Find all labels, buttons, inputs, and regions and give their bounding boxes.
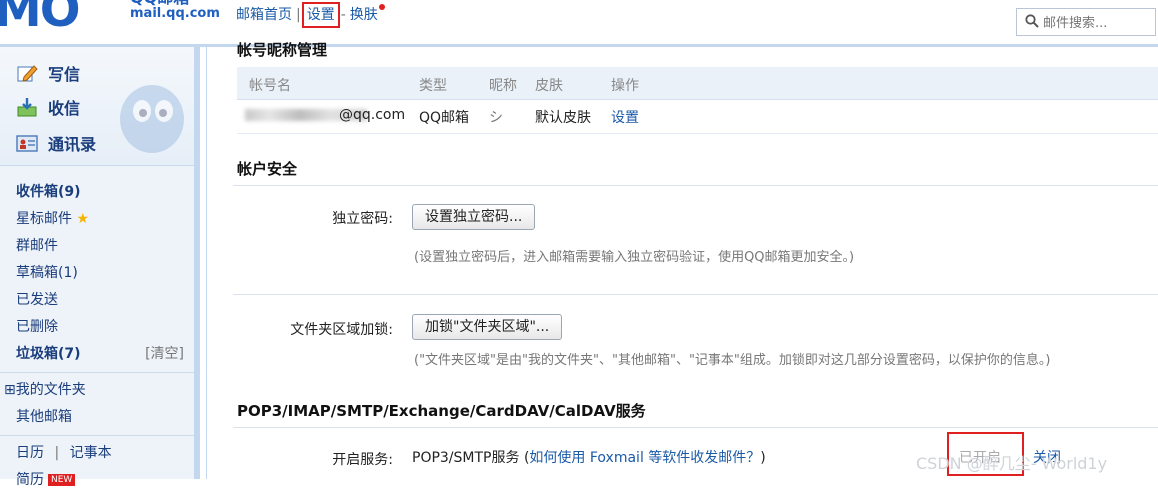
notebook-link[interactable]: 记事本 — [70, 445, 112, 461]
folder-inbox-label: 收件箱(9) — [16, 184, 81, 200]
settings-panel: 帐号昵称管理 帐号名 类型 昵称 皮肤 操作 @qq.com QQ邮箱 シ 默认… — [206, 41, 1158, 479]
compose-button[interactable]: 写信 — [16, 61, 80, 85]
nav-settings-link[interactable]: 设置 — [301, 2, 340, 28]
account-section-title: 帐号昵称管理 — [237, 41, 328, 59]
header: MO QQ邮箱 mail.qq.com 邮箱首页|设置-换肤 — [0, 0, 1158, 47]
tools-row: 日历 | 记事本 — [0, 440, 194, 467]
account-table-header: 帐号名 类型 昵称 皮肤 操作 — [237, 67, 1158, 100]
col-skin: 皮肤 — [535, 78, 563, 94]
sidebar: 写信 收信 通讯录 收件箱(9) 星标邮件 ★ 群邮件 草稿箱(1) 已发送 已… — [0, 47, 200, 488]
logo-mark: MO — [0, 0, 81, 38]
star-icon: ★ — [76, 211, 90, 227]
pop3-smtp-service-name: POP3/SMTP服务 (如何使用 Foxmail 等软件收发邮件？) — [412, 447, 766, 467]
penguin-mascot-icon — [120, 85, 184, 153]
top-nav: 邮箱首页 | 设置 - 换肤 — [236, 2, 385, 28]
account-nickname: シ — [489, 110, 503, 126]
section-divider — [233, 427, 1158, 428]
sidebar-divider — [0, 372, 194, 373]
folder-spam-label: 垃圾箱(7) — [16, 346, 81, 362]
resume-label: 简历 — [16, 472, 44, 488]
sidebar-divider — [0, 435, 194, 436]
qq-mail-logo[interactable]: MO QQ邮箱 mail.qq.com — [0, 0, 220, 38]
help-close-paren: ) — [760, 450, 766, 466]
foxmail-help-link[interactable]: 如何使用 Foxmail 等软件收发邮件？ — [529, 450, 760, 466]
resume-link[interactable]: 简历 NEW — [0, 467, 194, 494]
col-action: 操作 — [611, 78, 639, 94]
independent-password-label: 独立密码: — [332, 211, 393, 227]
folder-lock-label: 文件夹区域加锁: — [290, 322, 393, 338]
compose-label: 写信 — [48, 65, 81, 84]
folder-group-label: 群邮件 — [16, 238, 58, 254]
account-settings-link[interactable]: 设置 — [611, 107, 639, 127]
receive-label: 收信 — [48, 99, 81, 118]
contacts-label: 通讯录 — [48, 135, 97, 154]
nav-dash: - — [340, 7, 346, 23]
calendar-link[interactable]: 日历 — [16, 445, 44, 461]
pop3-section-title: POP3/IMAP/SMTP/Exchange/CardDAV/CalDAV服务 — [237, 402, 646, 420]
folder-inbox[interactable]: 收件箱(9) — [0, 179, 194, 206]
quick-actions: 写信 收信 通讯录 — [0, 47, 194, 166]
folder-starred[interactable]: 星标邮件 ★ — [0, 206, 194, 233]
service-name-text: POP3/SMTP服务 — [412, 450, 520, 466]
inbox-download-icon — [17, 98, 37, 117]
empty-spam-link[interactable]: [清空] — [145, 341, 184, 368]
logo-url: mail.qq.com — [130, 6, 220, 21]
account-row: @qq.com QQ邮箱 シ 默认皮肤 设置 — [237, 99, 1158, 134]
contacts-button[interactable]: 通讯录 — [16, 131, 96, 155]
folder-drafts[interactable]: 草稿箱(1) — [0, 260, 194, 287]
nav-skin-link[interactable]: 换肤 — [350, 7, 378, 23]
my-folders-label: ⊞我的文件夹 — [4, 382, 86, 398]
search-input[interactable] — [1041, 11, 1155, 35]
col-account-name: 帐号名 — [249, 78, 291, 94]
folder-lock-hint: ("文件夹区域"是由"我的文件夹"、"其他邮箱"、"记事本"组成。加锁即对这几部… — [414, 353, 1051, 368]
nav-separator: | — [296, 7, 301, 23]
other-mailboxes-label: 其他邮箱 — [16, 409, 72, 425]
search-icon — [1025, 14, 1039, 28]
folder-list: 收件箱(9) 星标邮件 ★ 群邮件 草稿箱(1) 已发送 已删除 垃圾箱(7) [… — [0, 179, 194, 494]
new-badge: NEW — [48, 474, 76, 486]
account-suffix: @qq.com — [339, 107, 406, 123]
csdn-watermark: CSDN @醉几尘- World1y — [916, 454, 1108, 473]
folder-starred-label: 星标邮件 — [16, 211, 72, 227]
section-divider — [233, 294, 1158, 295]
nav-home-link[interactable]: 邮箱首页 — [236, 7, 292, 23]
folder-sent[interactable]: 已发送 — [0, 287, 194, 314]
notification-dot — [378, 4, 385, 10]
folder-group-mail[interactable]: 群邮件 — [0, 233, 194, 260]
folder-deleted-label: 已删除 — [16, 319, 58, 335]
lock-folder-area-button[interactable]: 加锁"文件夹区域"... — [412, 314, 563, 340]
receive-button[interactable]: 收信 — [16, 95, 80, 119]
folder-sent-label: 已发送 — [16, 292, 58, 308]
set-independent-password-button[interactable]: 设置独立密码... — [412, 204, 536, 230]
security-title: 帐户安全 — [237, 160, 298, 178]
address-book-icon — [16, 135, 38, 152]
independent-password-hint: (设置独立密码后，进入邮箱需要输入独立密码验证，使用QQ邮箱更加安全。) — [414, 250, 855, 265]
tools-separator: | — [54, 445, 60, 461]
enable-service-label: 开启服务: — [332, 452, 393, 468]
folder-deleted[interactable]: 已删除 — [0, 314, 194, 341]
folder-spam[interactable]: 垃圾箱(7) [清空] — [0, 341, 194, 368]
col-type: 类型 — [419, 78, 447, 94]
col-nickname: 昵称 — [489, 78, 517, 94]
section-divider — [233, 185, 1158, 186]
other-mailboxes[interactable]: 其他邮箱 — [0, 404, 194, 431]
folder-drafts-label: 草稿箱(1) — [16, 265, 78, 281]
account-skin: 默认皮肤 — [535, 110, 591, 126]
search-box[interactable] — [1016, 8, 1156, 36]
my-folders-toggle[interactable]: ⊞我的文件夹 — [0, 377, 194, 404]
pencil-icon — [17, 65, 38, 82]
account-type: QQ邮箱 — [419, 110, 470, 126]
